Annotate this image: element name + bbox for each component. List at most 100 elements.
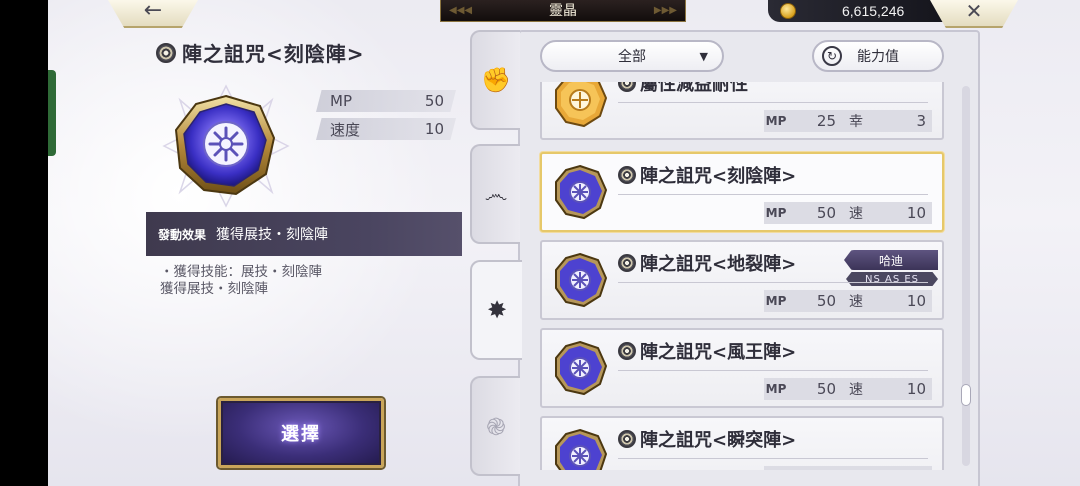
stat-value: 10	[868, 468, 932, 470]
filter-dropdown[interactable]: 全部 ▼	[540, 40, 724, 72]
divider	[618, 102, 928, 103]
stat-key: 速	[849, 206, 863, 222]
filter-value: 全部	[618, 49, 646, 65]
select-button[interactable]: 選擇	[218, 398, 384, 468]
detail-stat-label: 速度	[330, 120, 361, 139]
detail-stat-value: 50	[424, 92, 444, 110]
divider	[618, 458, 928, 459]
stat-value: 10	[906, 380, 926, 398]
item-name: 陣之詛咒<瞬突陣>	[640, 430, 797, 451]
wind-swirl-icon: ෴	[484, 180, 508, 208]
effect-description: ・獲得技能：展技・刻陰陣 獲得展技・刻陰陣	[160, 264, 322, 298]
item-stats: MP 50 速 10	[764, 378, 932, 400]
crystal-gem-large-icon	[162, 84, 290, 208]
fist-icon: ✊	[481, 66, 511, 94]
list-item[interactable]: 陣之詛咒<地裂陣> 哈迪 NS AS ES MP 50 速 10	[540, 240, 944, 320]
crystal-list: 屬性減益耐性 MP 25 幸 3 陣之詛咒<刻陰陣> MP 50 速 10 陣之…	[530, 82, 962, 470]
stat-value: 50	[816, 204, 836, 222]
stat-key: 速	[844, 467, 868, 470]
item-name: 陣之詛咒<刻陰陣>	[640, 166, 797, 187]
detail-stat-label: MP	[330, 92, 352, 110]
amber-gem-icon	[555, 82, 608, 128]
currency-display: 6,615,246	[768, 0, 948, 22]
side-handle	[48, 70, 56, 156]
item-name: 陣之詛咒<風王陣>	[640, 342, 797, 363]
blue-gem-icon	[555, 252, 608, 308]
blue-gem-icon	[555, 340, 608, 396]
rune-orb-icon	[618, 166, 636, 184]
gold-coin-icon	[780, 3, 796, 19]
stat-key: MP	[765, 382, 787, 396]
chevron-down-icon: ▼	[699, 49, 708, 63]
stat-value: 50	[788, 468, 844, 470]
currency-amount: 6,615,246	[842, 3, 905, 19]
scrollbar-thumb[interactable]	[961, 384, 971, 406]
stat-value: 10	[906, 292, 926, 310]
stat-value: 25	[816, 112, 836, 130]
detail-stat-value: 10	[424, 120, 444, 138]
blue-gem-icon	[555, 164, 608, 220]
item-stats: MP 50 速 10	[764, 466, 932, 470]
item-name: 陣之詛咒<地裂陣>	[640, 254, 797, 275]
owner-badge: 哈迪	[844, 250, 938, 270]
stat-key: MP	[765, 294, 787, 308]
item-stats: MP 50 速 10	[764, 202, 932, 224]
page-title-banner: ◀◀◀ 靈晶 ▶▶▶	[440, 0, 686, 22]
rune-star-icon: ✸	[486, 296, 508, 324]
item-name-row: 陣之詛咒<地裂陣>	[618, 250, 796, 276]
stat-value: 50	[816, 380, 836, 398]
list-item[interactable]: 陣之詛咒<風王陣> MP 50 速 10	[540, 328, 944, 408]
effect-description-line: 獲得展技・刻陰陣	[160, 281, 268, 297]
stat-key: 速	[849, 382, 863, 398]
rune-orb-icon	[618, 430, 636, 448]
item-name-row: 陣之詛咒<瞬突陣>	[618, 426, 796, 452]
divider	[618, 194, 928, 195]
item-stats: MP 25 幸 3	[764, 110, 932, 132]
tab-rune[interactable]: ✸	[470, 260, 522, 360]
stat-value: 10	[906, 204, 926, 222]
stat-key: MP	[765, 206, 787, 220]
item-name-row: 陣之詛咒<刻陰陣>	[618, 162, 796, 188]
stat-value: 3	[916, 112, 926, 130]
divider	[618, 370, 928, 371]
detail-stat-mp: MP 50	[316, 90, 456, 112]
stat-sort-label: 能力值	[857, 49, 899, 65]
blue-gem-icon	[555, 428, 608, 470]
ornament-right-icon: ▶▶▶	[653, 5, 677, 16]
close-icon: ✕	[965, 0, 983, 23]
arrow-left-icon: ←	[143, 0, 163, 23]
item-name-row: 屬性減益耐性	[618, 82, 748, 96]
detail-name: 陣之詛咒<刻陰陣>	[182, 42, 365, 66]
tab-spiral[interactable]: ֎	[470, 376, 520, 476]
item-stats: MP 50 速 10	[764, 290, 932, 312]
list-item-selected[interactable]: 陣之詛咒<刻陰陣> MP 50 速 10	[540, 152, 944, 232]
effect-bar: 發動效果 獲得展技・刻陰陣	[146, 212, 462, 256]
rune-orb-icon	[156, 42, 176, 63]
list-item[interactable]: 屬性減益耐性 MP 25 幸 3	[540, 82, 944, 140]
rune-orb-icon	[618, 342, 636, 360]
detail-title: 陣之詛咒<刻陰陣>	[156, 38, 365, 67]
stat-value: 50	[816, 292, 836, 310]
rune-orb-icon	[618, 82, 636, 92]
effect-value: 獲得展技・刻陰陣	[216, 227, 329, 243]
tab-fist[interactable]: ✊	[470, 30, 520, 130]
list-item[interactable]: 陣之詛咒<瞬突陣> MP 50 速 10	[540, 416, 944, 470]
divider	[618, 282, 928, 283]
ornament-left-icon: ◀◀◀	[449, 5, 473, 16]
stat-key: 幸	[849, 114, 863, 130]
item-name: 屬性減益耐性	[640, 82, 748, 95]
detail-stat-speed: 速度 10	[316, 118, 456, 140]
refresh-icon: ↻	[822, 46, 842, 66]
owner-style-tag: NS AS ES	[846, 272, 938, 286]
rune-orb-icon	[618, 254, 636, 272]
effect-description-line: ・獲得技能：展技・刻陰陣	[160, 264, 322, 280]
stat-key: 速	[849, 294, 863, 310]
stat-key: MP	[765, 114, 787, 128]
spiral-icon: ֎	[486, 412, 506, 441]
list-scrollbar[interactable]	[961, 86, 971, 466]
item-name-row: 陣之詛咒<風王陣>	[618, 338, 796, 364]
tab-wind[interactable]: ෴	[470, 144, 520, 244]
page-title: 靈晶	[549, 3, 577, 19]
effect-label: 發動效果	[158, 227, 207, 242]
stat-sort-button[interactable]: ↻ 能力值	[812, 40, 944, 72]
